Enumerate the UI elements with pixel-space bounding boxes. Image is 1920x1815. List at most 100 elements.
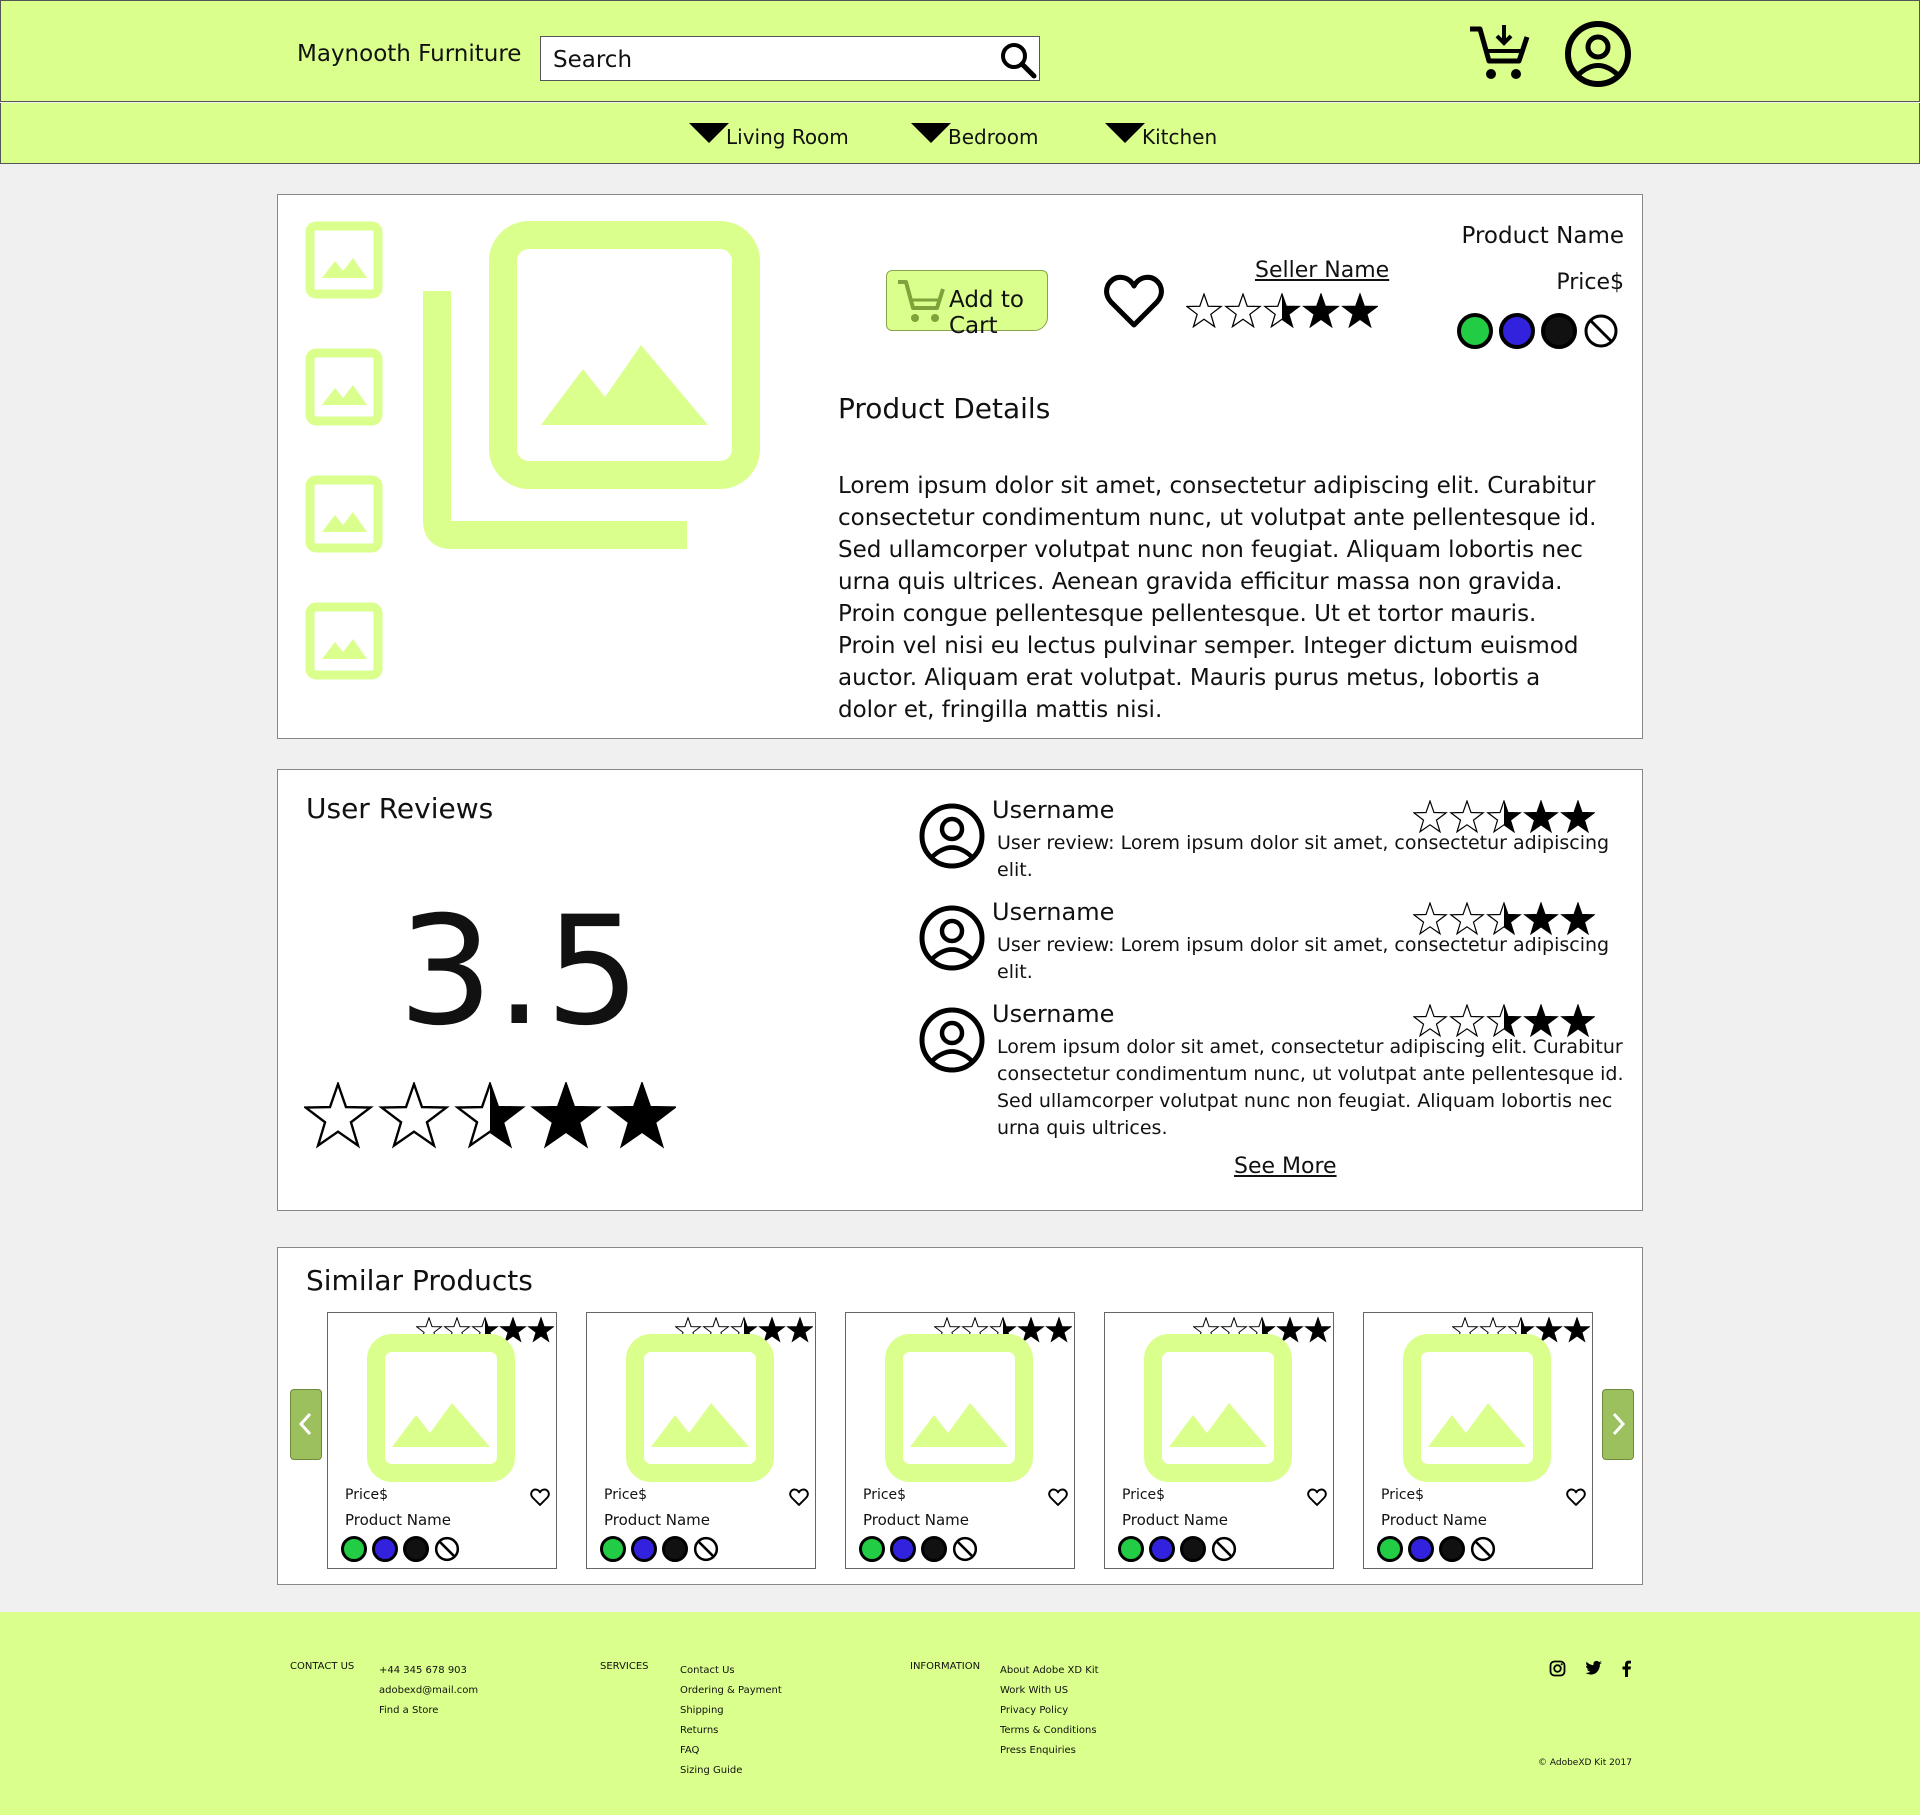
footer-find-store[interactable]: Find a Store [379,1701,478,1721]
footer-link[interactable]: FAQ [680,1741,782,1761]
product-image-icon [625,1333,775,1483]
brand-name[interactable]: Maynooth Furniture [297,41,521,67]
swatch-black[interactable] [1541,313,1577,349]
color-swatches [341,1536,460,1562]
product-card[interactable]: Price$ Product Name [1363,1312,1593,1569]
carousel-prev-button[interactable] [290,1389,322,1460]
product-card-name: Product Name [1381,1511,1487,1529]
star-empty-icon [1413,800,1448,834]
no-color-icon[interactable] [434,1536,460,1562]
footer-link[interactable]: Ordering & Payment [680,1681,782,1701]
swatch-blue[interactable] [1408,1536,1434,1562]
footer-information-heading: INFORMATION [910,1661,981,1672]
swatch-black[interactable] [1180,1536,1206,1562]
swatch-black[interactable] [921,1536,947,1562]
avatar-icon [918,802,986,870]
swatch-blue[interactable] [1149,1536,1175,1562]
swatch-black[interactable] [403,1536,429,1562]
no-color-icon[interactable] [1470,1536,1496,1562]
product-card[interactable]: Price$ Product Name [1104,1312,1334,1569]
product-card-price: Price$ [604,1487,648,1503]
thumbnail-image-icon[interactable] [305,221,383,299]
footer-link[interactable]: Work With US [1000,1681,1099,1701]
footer-link[interactable]: Contact Us [680,1661,782,1681]
product-card-name: Product Name [345,1511,451,1529]
color-swatches [600,1536,719,1562]
heart-icon[interactable] [530,1488,550,1507]
thumbnail-image-icon[interactable] [305,475,383,553]
swatch-green[interactable] [1118,1536,1144,1562]
search-icon[interactable] [997,39,1039,81]
product-card[interactable]: Price$ Product Name [327,1312,557,1569]
product-card[interactable]: Price$ Product Name [586,1312,816,1569]
product-image-icon [884,1333,1034,1483]
star-filled-icon [527,1317,554,1343]
product-card-price: Price$ [345,1487,389,1503]
see-more-link[interactable]: See More [1234,1154,1337,1179]
instagram-icon[interactable] [1549,1660,1566,1677]
swatch-green[interactable] [341,1536,367,1562]
star-filled-icon [1302,293,1340,329]
thumbnail-image-icon[interactable] [305,348,383,426]
chevron-left-icon [298,1412,312,1436]
heart-icon[interactable] [1566,1488,1586,1507]
footer-phone[interactable]: +44 345 678 903 [379,1661,478,1681]
swatch-green[interactable] [859,1536,885,1562]
nav-item-bedroom[interactable]: Bedroom [911,119,1038,149]
heart-icon[interactable] [1103,273,1165,331]
product-image-icon [366,1333,516,1483]
swatch-green[interactable] [1377,1536,1403,1562]
footer-link[interactable]: Terms & Conditions [1000,1721,1099,1741]
no-color-icon[interactable] [1211,1536,1237,1562]
cart-icon[interactable] [1467,21,1531,83]
carousel-next-button[interactable] [1602,1389,1634,1460]
nav-item-label: Bedroom [948,125,1039,149]
swatch-green[interactable] [600,1536,626,1562]
no-color-icon[interactable] [1583,313,1619,349]
product-card-name: Product Name [863,1511,969,1529]
product-card-price: Price$ [863,1487,907,1503]
average-rating: 3.5 [398,885,643,1059]
thumbnail-image-icon[interactable] [305,602,383,680]
star-filled-icon [1560,1004,1595,1038]
review-username: Username [992,898,1115,926]
swatch-blue[interactable] [1499,313,1535,349]
add-to-cart-button[interactable]: Add to Cart [886,270,1048,339]
nav-item-kitchen[interactable]: Kitchen [1105,119,1217,149]
swatch-blue[interactable] [631,1536,657,1562]
heart-icon[interactable] [1307,1488,1327,1507]
account-icon[interactable] [1564,20,1632,88]
no-color-icon[interactable] [693,1536,719,1562]
footer-link[interactable]: About Adobe XD Kit [1000,1661,1099,1681]
facebook-icon[interactable] [1620,1660,1632,1677]
footer-link[interactable]: Press Enquiries [1000,1741,1099,1761]
footer-link[interactable]: Privacy Policy [1000,1701,1099,1721]
swatch-green[interactable] [1457,313,1493,349]
heart-icon[interactable] [1048,1488,1068,1507]
chevron-down-icon [689,123,729,143]
no-color-icon[interactable] [952,1536,978,1562]
product-card-name: Product Name [604,1511,710,1529]
product-card[interactable]: Price$ Product Name [845,1312,1075,1569]
copyright-text: © AdobeXD Kit 2017 [1538,1758,1632,1768]
star-filled-icon [786,1317,813,1343]
footer-link[interactable]: Sizing Guide [680,1761,782,1781]
similar-products-title: Similar Products [306,1264,533,1297]
twitter-icon[interactable] [1585,1660,1603,1676]
seller-name-link[interactable]: Seller Name [1255,258,1389,283]
swatch-black[interactable] [662,1536,688,1562]
swatch-black[interactable] [1439,1536,1465,1562]
star-filled-icon [1523,800,1559,834]
swatch-blue[interactable] [372,1536,398,1562]
review-rating-stars [1413,800,1595,834]
heart-icon[interactable] [789,1488,809,1507]
search-input[interactable]: Search [540,36,1040,81]
footer-link[interactable]: Shipping [680,1701,782,1721]
main-image-icon [423,221,763,561]
reviews-title: User Reviews [306,792,494,825]
footer-link[interactable]: Returns [680,1721,782,1741]
footer-email[interactable]: adobexd@mail.com [379,1681,478,1701]
swatch-blue[interactable] [890,1536,916,1562]
nav-item-living-room[interactable]: Living Room [689,119,849,149]
star-filled-icon [1523,902,1559,936]
